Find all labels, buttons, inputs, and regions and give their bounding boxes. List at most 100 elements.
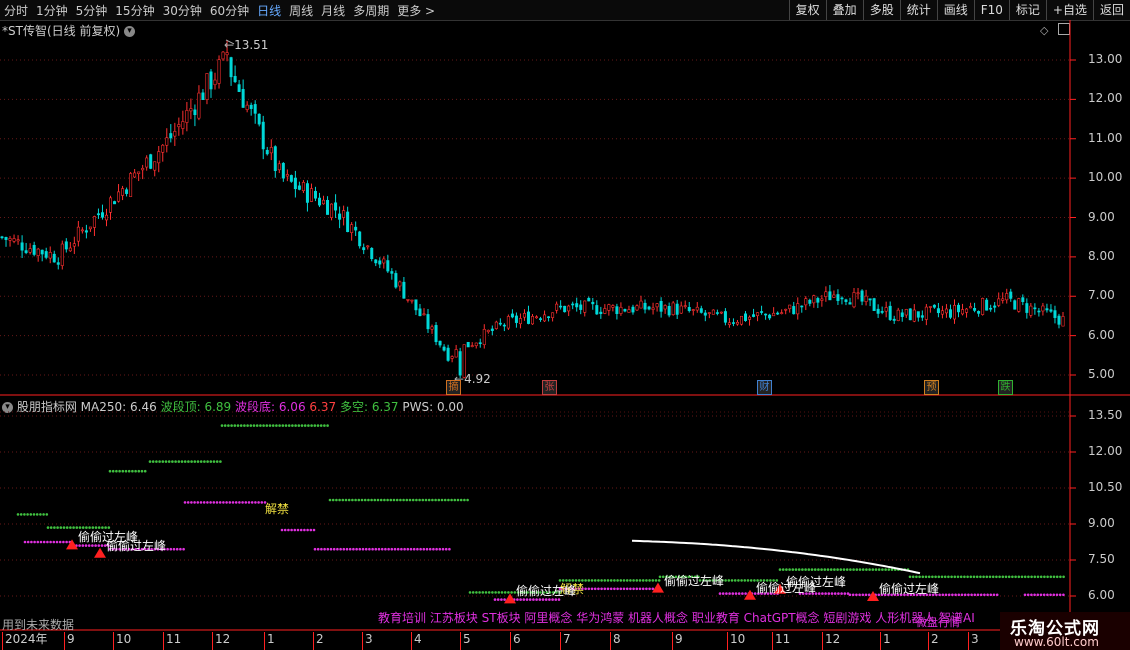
indicator-dot xyxy=(284,424,288,427)
toolbar-action-button[interactable]: +自选 xyxy=(1045,0,1093,20)
indicator-dot xyxy=(995,575,998,579)
candle-body xyxy=(587,298,591,302)
long-short-value: 6.37 xyxy=(371,400,399,414)
indicator-dot xyxy=(326,424,329,427)
indicator-dot xyxy=(42,540,46,544)
indicator-dot xyxy=(26,540,30,544)
indicator-dot xyxy=(827,592,831,595)
candle-body xyxy=(635,305,639,311)
period-tab[interactable]: 30分钟 xyxy=(159,2,206,19)
indicator-dot xyxy=(241,501,244,504)
indicator-dot xyxy=(641,587,645,591)
candle-body xyxy=(707,312,711,314)
indicator-dot xyxy=(625,587,629,591)
candle-body xyxy=(241,89,245,108)
indicator-dot xyxy=(606,587,610,591)
chevron-down-icon[interactable]: ▾ xyxy=(123,26,135,37)
indicator-dot xyxy=(259,424,262,427)
indicator-dot xyxy=(654,579,658,582)
indicator-dot xyxy=(975,575,979,579)
indicator-dot xyxy=(303,424,307,427)
event-badge[interactable]: 张 xyxy=(542,380,557,395)
indicator-dot xyxy=(718,592,722,595)
y-axis-tick-label: 5.00 xyxy=(1088,367,1115,381)
period-tab[interactable]: 60分钟 xyxy=(206,2,253,19)
indicator-dot xyxy=(55,540,59,544)
indicator-dot xyxy=(1049,593,1052,597)
indicator-dot xyxy=(435,547,438,551)
toolbar-action-button[interactable]: 返回 xyxy=(1092,0,1130,20)
candle-body xyxy=(24,250,28,253)
period-tab[interactable]: 日线 xyxy=(253,2,285,19)
candle-body xyxy=(808,299,812,304)
indicator-dot xyxy=(342,547,346,551)
candle-body xyxy=(16,239,20,242)
toolbar-action-button[interactable]: 复权 xyxy=(788,0,826,20)
indicator-dot xyxy=(167,460,171,463)
indicator-dot xyxy=(487,591,491,594)
indicator-dot xyxy=(172,547,176,551)
candle-body xyxy=(848,302,852,305)
diamond-icon[interactable]: ◇ xyxy=(1040,24,1048,37)
cross-peak-label: 偷偷过左峰 xyxy=(106,538,167,553)
indicator-dot xyxy=(877,568,881,571)
indicator-dot xyxy=(741,592,744,595)
period-tab[interactable]: 更多 > xyxy=(393,2,439,19)
indicator-dot xyxy=(837,592,840,595)
indicator-dot xyxy=(243,424,246,427)
indicator-dot xyxy=(1026,593,1030,597)
candle-body xyxy=(591,301,595,305)
indicator-dot xyxy=(220,424,224,427)
indicator-dot xyxy=(940,575,944,579)
indicator-chevron-icon[interactable]: ▾ xyxy=(2,402,13,413)
period-tab[interactable]: 周线 xyxy=(285,2,317,19)
indicator-dot xyxy=(236,424,240,427)
indicator-dot xyxy=(584,587,587,591)
toolbar-action-button[interactable]: 画线 xyxy=(936,0,974,20)
period-tab[interactable]: 多周期 xyxy=(349,2,393,19)
indicator-dot xyxy=(989,593,993,597)
period-tab[interactable]: 15分钟 xyxy=(111,2,158,19)
candle-body xyxy=(1025,303,1029,313)
indicator-dot xyxy=(833,568,836,571)
indicator-dot xyxy=(937,575,941,579)
indicator-dot xyxy=(223,424,227,427)
toolbar-action-button[interactable]: 统计 xyxy=(899,0,937,20)
bottom-value-2: 6.37 xyxy=(309,400,337,414)
event-badge[interactable]: 财 xyxy=(757,380,772,395)
toolbar-action-button[interactable]: 多股 xyxy=(862,0,900,20)
candle-body xyxy=(643,302,647,310)
event-badge[interactable]: 跌 xyxy=(998,380,1013,395)
indicator-dot xyxy=(785,568,788,571)
toolbar-action-button[interactable]: F10 xyxy=(973,0,1009,20)
period-tab[interactable]: 5分钟 xyxy=(72,2,112,19)
event-badge[interactable]: 预 xyxy=(924,380,939,395)
candle-body xyxy=(44,251,48,258)
bottom-label: 波段底: xyxy=(234,400,276,414)
indicator-dot xyxy=(590,579,594,582)
period-tab[interactable]: 月线 xyxy=(317,2,349,19)
indicator-dot xyxy=(124,469,128,473)
indicator-dot xyxy=(271,424,275,427)
period-tab[interactable]: 1分钟 xyxy=(32,2,72,19)
event-badge[interactable]: 摘 xyxy=(446,380,461,395)
indicator-dot xyxy=(69,526,72,529)
indicator-dot xyxy=(1004,575,1008,579)
candle-body xyxy=(430,326,434,330)
candle-body xyxy=(916,311,920,318)
toolbar-action-button[interactable]: 标记 xyxy=(1008,0,1046,20)
indicator-dot xyxy=(380,547,384,551)
indicator-dot xyxy=(344,498,348,502)
indicator-dot xyxy=(46,540,49,544)
indicator-dot xyxy=(299,528,303,532)
indicator-dot xyxy=(635,587,639,591)
indicator-dot xyxy=(177,460,181,463)
indicator-dot xyxy=(71,544,75,547)
candle-body xyxy=(334,202,338,211)
candle-body xyxy=(72,243,76,247)
indicator-dot xyxy=(874,568,878,571)
toolbar-action-button[interactable]: 叠加 xyxy=(825,0,863,20)
period-tab[interactable]: 分时 xyxy=(0,2,32,19)
candle-body xyxy=(928,306,932,308)
close-panel-icon[interactable] xyxy=(1058,23,1070,35)
